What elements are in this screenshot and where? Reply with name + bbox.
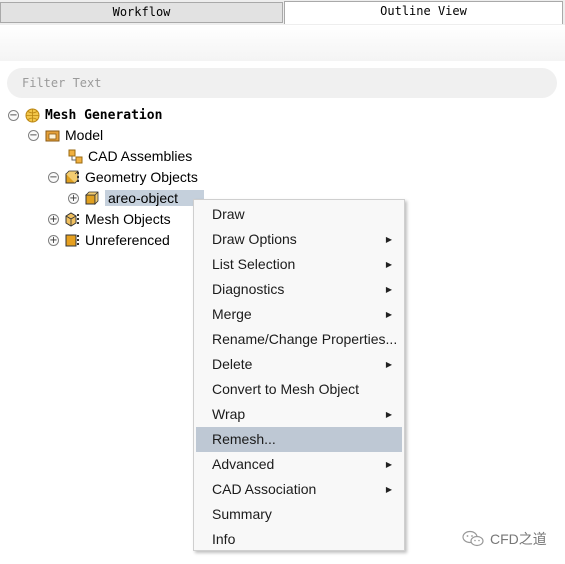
watermark: CFD之道 [462, 528, 547, 550]
menu-item-list-selection[interactable]: List Selection ▶ [196, 252, 402, 277]
tree-item-unreferenced[interactable]: + Unreferenced [48, 230, 170, 250]
menu-item-label: Info [212, 531, 236, 547]
submenu-arrow-icon: ▶ [385, 310, 392, 319]
tree-label: Geometry Objects [85, 169, 198, 185]
tree-label: Model [65, 127, 104, 143]
menu-item-wrap[interactable]: Wrap ▶ [196, 402, 402, 427]
tree-item-areo-object[interactable]: + areo-object [68, 188, 205, 208]
menu-item-draw-options[interactable]: Draw Options ▶ [196, 227, 402, 252]
collapse-toggle[interactable]: − [28, 129, 39, 141]
menu-item-label: Advanced [212, 456, 275, 472]
tree-label: Mesh Objects [85, 211, 171, 227]
menu-item-cad-association[interactable]: CAD Association ▶ [196, 477, 402, 502]
menu-item-label: List Selection [212, 256, 296, 272]
tab-outline-view[interactable]: Outline View [284, 1, 563, 24]
model-icon [45, 128, 60, 143]
tree-label: CAD Assemblies [88, 148, 193, 164]
submenu-arrow-icon: ▶ [385, 260, 392, 269]
mesh-generation-icon [25, 108, 40, 123]
menu-item-label: Delete [212, 356, 253, 372]
menu-item-convert-to-mesh-object[interactable]: Convert to Mesh Object [196, 377, 402, 402]
tree-item-mesh-generation[interactable]: − Mesh Generation [8, 105, 162, 125]
context-menu: Draw Draw Options ▶ List Selection ▶ Diagn… [193, 199, 405, 551]
selected-tree-label: areo-object [105, 190, 205, 206]
menu-item-label: Draw Options [212, 231, 297, 247]
menu-item-label: Diagnostics [212, 281, 285, 297]
menu-item-label: Convert to Mesh Object [212, 381, 360, 397]
tab-bar: Workflow Outline View [0, 0, 565, 25]
menu-item-delete[interactable]: Delete ▶ [196, 352, 402, 377]
geometry-object-icon [85, 191, 100, 206]
menu-item-remesh[interactable]: Remesh... [196, 427, 402, 452]
submenu-arrow-icon: ▶ [385, 410, 392, 419]
submenu-arrow-icon: ▶ [385, 285, 392, 294]
tree-item-mesh-objects[interactable]: + Mesh Objects [48, 209, 171, 229]
collapse-toggle[interactable]: − [48, 171, 59, 183]
submenu-arrow-icon: ▶ [385, 360, 392, 369]
menu-item-draw[interactable]: Draw [196, 202, 402, 227]
unreferenced-icon [65, 233, 80, 248]
toolbar-area [0, 25, 565, 61]
tree-label: Mesh Generation [45, 107, 163, 123]
tree-item-geometry-objects[interactable]: − Geometry Objects [48, 167, 198, 187]
submenu-arrow-icon: ▶ [385, 235, 392, 244]
menu-item-label: Draw [212, 206, 245, 222]
menu-item-merge[interactable]: Merge ▶ [196, 302, 402, 327]
menu-item-label: Merge [212, 306, 252, 322]
menu-item-label: Rename/Change Properties... [212, 331, 398, 347]
expand-toggle[interactable]: + [68, 192, 79, 204]
tab-workflow[interactable]: Workflow [0, 2, 283, 23]
expand-toggle[interactable]: + [48, 234, 59, 246]
geometry-objects-icon [65, 170, 80, 185]
cad-assemblies-icon [68, 149, 83, 164]
menu-item-label: Remesh... [212, 431, 276, 447]
wechat-icon [462, 530, 484, 548]
watermark-text: CFD之道 [490, 531, 547, 547]
menu-item-label: Wrap [212, 406, 246, 422]
filter-text-input[interactable] [7, 68, 557, 98]
tree-item-model[interactable]: − Model [28, 125, 103, 145]
collapse-toggle[interactable]: − [8, 109, 19, 121]
tree-item-cad-assemblies[interactable]: CAD Assemblies [68, 146, 192, 166]
submenu-arrow-icon: ▶ [385, 460, 392, 469]
menu-item-diagnostics[interactable]: Diagnostics ▶ [196, 277, 402, 302]
menu-item-label: CAD Association [212, 481, 317, 497]
submenu-arrow-icon: ▶ [385, 485, 392, 494]
mesh-objects-icon [65, 211, 80, 227]
menu-item-advanced[interactable]: Advanced ▶ [196, 452, 402, 477]
menu-item-summary[interactable]: Summary [196, 502, 402, 527]
expand-toggle[interactable]: + [48, 213, 59, 225]
menu-item-label: Summary [212, 506, 272, 522]
menu-item-rename[interactable]: Rename/Change Properties... [196, 327, 402, 352]
menu-item-info[interactable]: Info [196, 527, 402, 552]
tree-label: Unreferenced [85, 232, 170, 248]
